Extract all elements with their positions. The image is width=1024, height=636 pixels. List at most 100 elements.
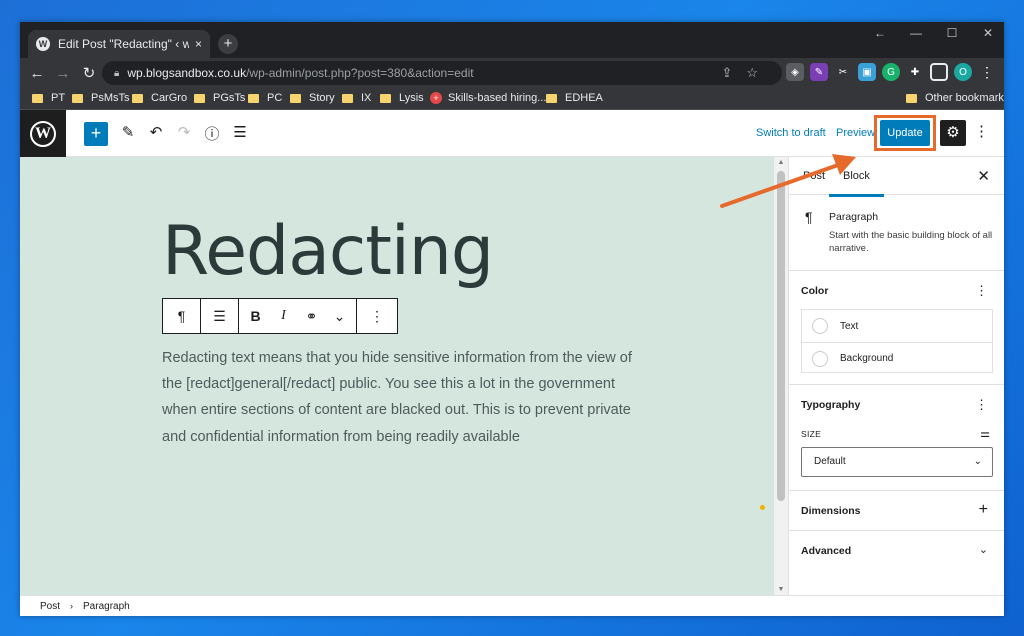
address-bar[interactable]: 🔒︎ wp.blogsandbox.co.uk /wp-admin/post.p… bbox=[102, 61, 782, 85]
typography-panel: Typography ⋮ SIZE ⚌ Default ⌄ bbox=[789, 385, 1004, 491]
bookmark-link[interactable]: + Skills-based hiring... bbox=[430, 92, 546, 104]
browser-menu-icon[interactable]: ⋮ bbox=[978, 63, 996, 81]
italic-icon[interactable]: I bbox=[270, 308, 298, 324]
sliders-icon[interactable]: ⚌ bbox=[980, 427, 990, 440]
breadcrumb: Post › Paragraph bbox=[20, 595, 1004, 616]
back-icon[interactable]: ← bbox=[24, 65, 50, 82]
paragraph-icon: ¶ bbox=[805, 209, 813, 225]
undo-icon[interactable]: ↶ bbox=[146, 123, 166, 141]
bookmark-folder[interactable]: CarGro bbox=[132, 92, 187, 104]
insertion-dot bbox=[760, 505, 765, 510]
block-options-button[interactable]: ⋮ bbox=[357, 299, 397, 333]
editor-scrollbar[interactable]: ▲ ▼ bbox=[774, 157, 788, 595]
more-vertical-icon[interactable]: ⋮ bbox=[975, 283, 988, 299]
editor-header: W + ✎ ↶ ↷ ⓘ ☰ Switch to draft Preview Up… bbox=[20, 110, 1004, 157]
tab-post[interactable]: Post bbox=[803, 170, 825, 182]
bookmark-folder[interactable]: PC bbox=[248, 92, 282, 104]
bookmark-folder[interactable]: PT bbox=[32, 92, 65, 104]
color-panel: Color ⋮ Text Background bbox=[789, 271, 1004, 385]
other-bookmarks[interactable]: Other bookmarks bbox=[906, 92, 1004, 104]
folder-icon bbox=[290, 93, 301, 103]
folder-icon bbox=[72, 93, 83, 103]
puzzle-extension-icon[interactable]: ✚ bbox=[906, 63, 924, 81]
reload-icon[interactable]: ↻ bbox=[76, 64, 102, 82]
options-menu-icon[interactable]: ⋮ bbox=[974, 122, 989, 140]
background-color-option[interactable]: Background bbox=[802, 342, 992, 374]
share-star-icons[interactable]: ⇪☆ bbox=[721, 65, 772, 81]
dimensions-panel[interactable]: Dimensions + bbox=[789, 491, 1004, 531]
redo-icon[interactable]: ↷ bbox=[174, 123, 194, 141]
tab-search-icon[interactable]: ← bbox=[862, 22, 898, 44]
camera-extension-icon[interactable]: ▣ bbox=[858, 63, 876, 81]
info-icon[interactable]: ⓘ bbox=[202, 123, 222, 144]
link-icon[interactable]: ⚭ bbox=[298, 308, 326, 325]
size-label: SIZE bbox=[801, 429, 822, 439]
new-tab-button[interactable]: + bbox=[218, 34, 238, 54]
scroll-down-icon[interactable]: ▼ bbox=[774, 586, 788, 593]
chevron-down-icon: ⌄ bbox=[973, 456, 982, 467]
paragraph-block[interactable]: Redacting text means that you hide sensi… bbox=[162, 345, 632, 450]
paragraph-icon: ¶ bbox=[177, 308, 186, 324]
url-host: wp.blogsandbox.co.uk bbox=[127, 66, 247, 80]
settings-gear-icon[interactable]: ⚙ bbox=[940, 120, 966, 146]
bookmark-folder[interactable]: Lysis bbox=[380, 92, 424, 104]
breadcrumb-paragraph[interactable]: Paragraph bbox=[83, 601, 130, 612]
lock-icon: 🔒︎ bbox=[114, 67, 120, 79]
bookmarks-bar: PT PsMsTs CarGro PGsTs PC Story IX Lysis… bbox=[20, 88, 1004, 110]
browser-tab[interactable]: W Edit Post "Redacting" ‹ wp.blogsandbox… bbox=[28, 30, 210, 58]
folder-icon bbox=[248, 93, 259, 103]
text-color-option[interactable]: Text bbox=[802, 310, 992, 342]
paragraph-type-button[interactable]: ¶ bbox=[163, 299, 201, 333]
typography-panel-title: Typography bbox=[801, 399, 861, 411]
profile-avatar[interactable]: O bbox=[954, 63, 972, 81]
bold-icon[interactable]: B bbox=[242, 308, 270, 324]
crop-extension-icon[interactable]: ✂ bbox=[834, 63, 852, 81]
advanced-panel[interactable]: Advanced ⌄ bbox=[789, 531, 1004, 571]
wordpress-logo-button[interactable]: W bbox=[20, 110, 66, 157]
folder-icon bbox=[342, 93, 353, 103]
chevron-down-icon[interactable]: ⌄ bbox=[979, 543, 988, 556]
tab-block[interactable]: Block bbox=[829, 170, 884, 197]
scrollbar-thumb[interactable] bbox=[777, 171, 785, 501]
editor-canvas[interactable]: Redacting ¶ ☰ B I ⚭ ⌄ ⋮ Redacting text m… bbox=[20, 157, 774, 595]
list-view-icon[interactable]: ☰ bbox=[230, 123, 250, 141]
settings-sidebar: Post Block ✕ ¶ Paragraph Start with the … bbox=[788, 157, 1004, 595]
pencil-icon[interactable]: ✎ bbox=[118, 123, 138, 141]
sidepanel-icon[interactable] bbox=[930, 63, 948, 81]
bookmark-folder[interactable]: EDHEA bbox=[546, 92, 603, 104]
color-swatch bbox=[812, 318, 828, 334]
advanced-panel-title: Advanced bbox=[801, 545, 852, 557]
breadcrumb-post[interactable]: Post bbox=[40, 601, 60, 612]
font-size-select[interactable]: Default ⌄ bbox=[801, 447, 993, 477]
color-swatch bbox=[812, 350, 828, 367]
close-icon[interactable]: ✕ bbox=[977, 167, 990, 185]
maximize-button[interactable]: ☐ bbox=[934, 22, 970, 44]
bookmark-folder[interactable]: PGsTs bbox=[194, 92, 245, 104]
tab-close-icon[interactable]: × bbox=[195, 37, 202, 51]
align-button[interactable]: ☰ bbox=[201, 299, 239, 333]
grammarly-extension-icon[interactable]: G bbox=[882, 63, 900, 81]
preview-button[interactable]: Preview bbox=[836, 127, 875, 139]
update-button[interactable]: Update bbox=[880, 120, 930, 146]
post-title[interactable]: Redacting bbox=[162, 212, 494, 291]
chevron-right-icon: › bbox=[70, 601, 74, 611]
chevron-down-icon[interactable]: ⌄ bbox=[326, 308, 354, 325]
add-block-button[interactable]: + bbox=[84, 122, 108, 146]
scroll-up-icon[interactable]: ▲ bbox=[774, 159, 788, 166]
minimize-button[interactable]: — bbox=[898, 22, 934, 44]
close-window-button[interactable]: ✕ bbox=[970, 22, 1004, 44]
folder-icon bbox=[194, 93, 205, 103]
bookmark-folder[interactable]: Story bbox=[290, 92, 335, 104]
plus-icon[interactable]: + bbox=[979, 501, 988, 519]
bookmark-folder[interactable]: PsMsTs bbox=[72, 92, 130, 104]
shield-extension-icon[interactable]: ◈ bbox=[786, 63, 804, 81]
tab-title: Edit Post "Redacting" ‹ wp.blogsandbox.c… bbox=[58, 37, 189, 51]
bookmark-folder[interactable]: IX bbox=[342, 92, 371, 104]
switch-to-draft-button[interactable]: Switch to draft bbox=[756, 127, 826, 139]
forward-icon[interactable]: → bbox=[50, 65, 76, 82]
format-group: B I ⚭ ⌄ bbox=[239, 299, 357, 333]
block-toolbar: ¶ ☰ B I ⚭ ⌄ ⋮ bbox=[162, 298, 398, 334]
extension-icon[interactable]: ✎ bbox=[810, 63, 828, 81]
more-vertical-icon[interactable]: ⋮ bbox=[975, 397, 988, 413]
tab-strip: W Edit Post "Redacting" ‹ wp.blogsandbox… bbox=[20, 22, 1004, 58]
